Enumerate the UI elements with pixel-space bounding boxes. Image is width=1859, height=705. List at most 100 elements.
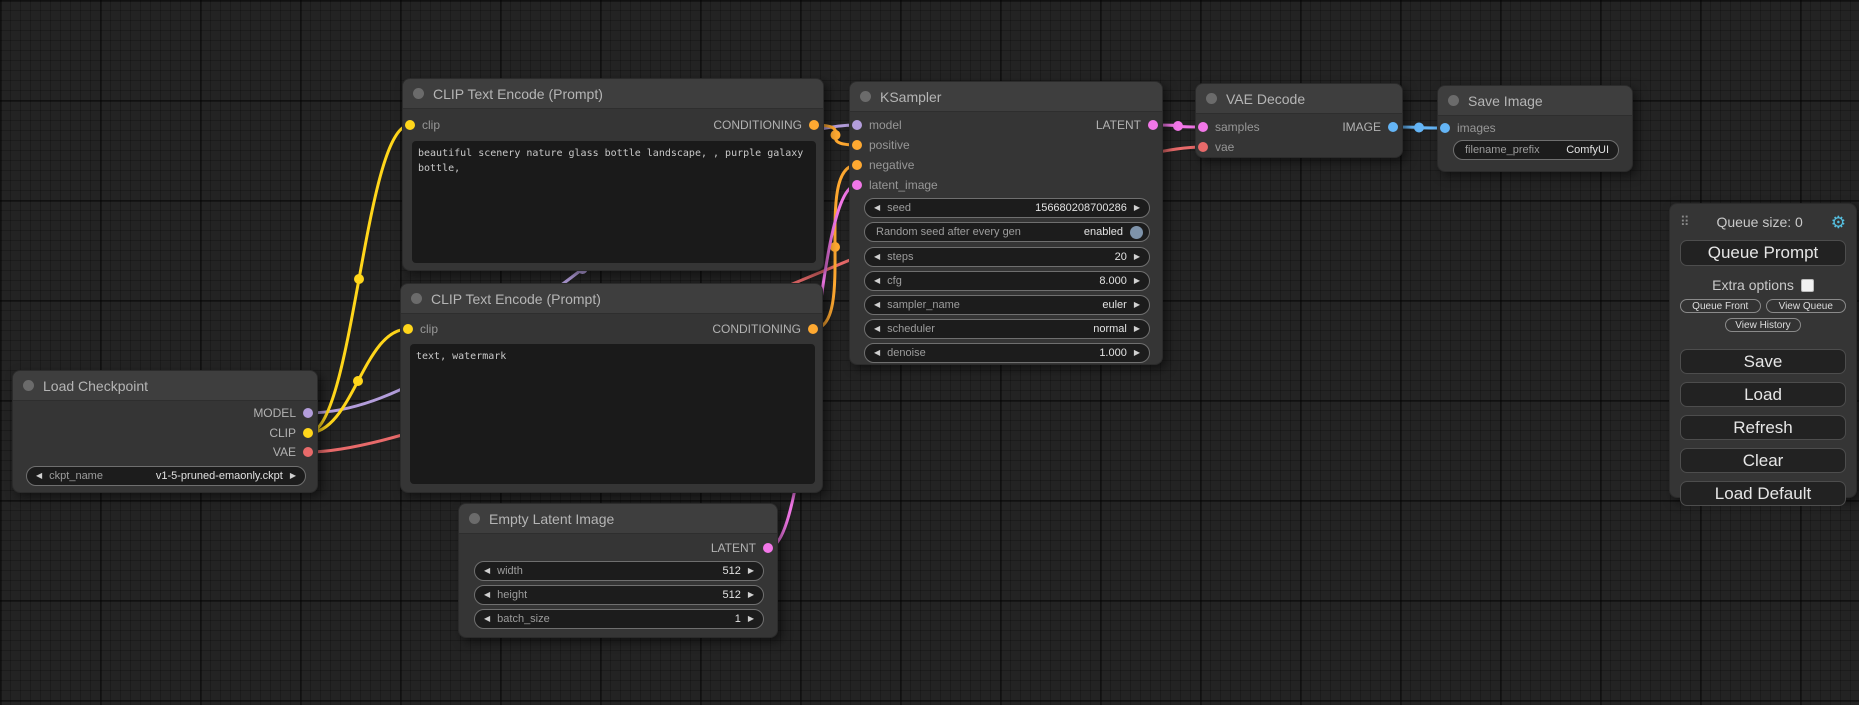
node-title: CLIP Text Encode (Prompt) — [431, 291, 601, 307]
width-widget[interactable]: ◀ width 512 ▶ — [474, 561, 764, 581]
vae-output-port[interactable] — [303, 447, 313, 457]
conditioning-output-port[interactable] — [808, 324, 818, 334]
node-title-bar[interactable]: Save Image — [1438, 86, 1632, 116]
decrement-arrow-icon[interactable]: ◀ — [484, 591, 490, 599]
save-button[interactable]: Save — [1680, 349, 1846, 374]
increment-arrow-icon[interactable]: ▶ — [748, 567, 754, 575]
input-label: vae — [1215, 140, 1234, 154]
wire-midpoint-dot[interactable] — [1414, 123, 1424, 133]
node-ksampler[interactable]: KSampler model positive negative latent_… — [849, 81, 1163, 365]
node-load-checkpoint[interactable]: Load Checkpoint MODEL CLIP VAE ◀ ckpt_na… — [12, 370, 318, 493]
view-history-button[interactable]: View History — [1725, 318, 1800, 332]
samples-input-port[interactable] — [1198, 122, 1208, 132]
increment-arrow-icon[interactable]: ▶ — [1134, 277, 1140, 285]
node-title-bar[interactable]: CLIP Text Encode (Prompt) — [403, 79, 823, 109]
drag-handle-icon[interactable]: ⠿ — [1680, 214, 1689, 230]
node-clip-text-encode-negative[interactable]: CLIP Text Encode (Prompt) clip CONDITION… — [400, 283, 823, 493]
clip-output-port[interactable] — [303, 428, 313, 438]
graph-canvas[interactable]: Load Checkpoint MODEL CLIP VAE ◀ ckpt_na… — [0, 0, 1859, 705]
decrement-arrow-icon[interactable]: ◀ — [484, 567, 490, 575]
increment-arrow-icon[interactable]: ▶ — [290, 472, 296, 480]
ckpt-name-widget[interactable]: ◀ ckpt_name v1-5-pruned-emaonly.ckpt ▶ — [26, 466, 306, 486]
collapse-dot-icon[interactable] — [1206, 93, 1217, 104]
decrement-arrow-icon[interactable]: ◀ — [874, 325, 880, 333]
refresh-button[interactable]: Refresh — [1680, 415, 1846, 440]
scheduler-widget[interactable]: ◀ scheduler normal ▶ — [864, 319, 1150, 339]
clear-button[interactable]: Clear — [1680, 448, 1846, 473]
image-output-port[interactable] — [1388, 122, 1398, 132]
toggle-dot-icon[interactable] — [1130, 226, 1143, 239]
decrement-arrow-icon[interactable]: ◀ — [484, 615, 490, 623]
queue-front-button[interactable]: Queue Front — [1680, 299, 1761, 313]
denoise-widget[interactable]: ◀ denoise 1.000 ▶ — [864, 343, 1150, 363]
increment-arrow-icon[interactable]: ▶ — [1134, 253, 1140, 261]
prompt-textarea[interactable]: text, watermark — [410, 344, 815, 484]
decrement-arrow-icon[interactable]: ◀ — [874, 253, 880, 261]
wire-midpoint-dot[interactable] — [1173, 121, 1183, 131]
cfg-widget[interactable]: ◀ cfg 8.000 ▶ — [864, 271, 1150, 291]
prompt-textarea[interactable]: beautiful scenery nature glass bottle la… — [412, 141, 816, 263]
load-button[interactable]: Load — [1680, 382, 1846, 407]
widget-value: euler — [1102, 299, 1133, 311]
widget-value: 156680208700286 — [1035, 202, 1134, 214]
collapse-dot-icon[interactable] — [411, 293, 422, 304]
collapse-dot-icon[interactable] — [413, 88, 424, 99]
node-title-bar[interactable]: VAE Decode — [1196, 84, 1402, 114]
model-output-port[interactable] — [303, 408, 313, 418]
batch-size-widget[interactable]: ◀ batch_size 1 ▶ — [474, 609, 764, 629]
increment-arrow-icon[interactable]: ▶ — [1134, 204, 1140, 212]
increment-arrow-icon[interactable]: ▶ — [1134, 301, 1140, 309]
node-title-bar[interactable]: Load Checkpoint — [13, 371, 317, 401]
widget-label: filename_prefix — [1465, 144, 1540, 156]
steps-widget[interactable]: ◀ steps 20 ▶ — [864, 247, 1150, 267]
wire-midpoint-dot[interactable] — [354, 274, 364, 284]
filename-prefix-widget[interactable]: filename_prefix ComfyUI — [1453, 140, 1619, 160]
increment-arrow-icon[interactable]: ▶ — [748, 615, 754, 623]
load-default-button[interactable]: Load Default — [1680, 481, 1846, 506]
latent-input-port[interactable] — [852, 180, 862, 190]
sampler-name-widget[interactable]: ◀ sampler_name euler ▶ — [864, 295, 1150, 315]
clip-input-port[interactable] — [405, 120, 415, 130]
model-input-port[interactable] — [852, 120, 862, 130]
wire-midpoint-dot[interactable] — [831, 130, 841, 140]
decrement-arrow-icon[interactable]: ◀ — [874, 277, 880, 285]
decrement-arrow-icon[interactable]: ◀ — [874, 204, 880, 212]
images-input-port[interactable] — [1440, 123, 1450, 133]
collapse-dot-icon[interactable] — [23, 380, 34, 391]
node-clip-text-encode-positive[interactable]: CLIP Text Encode (Prompt) clip CONDITION… — [402, 78, 824, 271]
collapse-dot-icon[interactable] — [469, 513, 480, 524]
queue-prompt-button[interactable]: Queue Prompt — [1680, 240, 1846, 266]
widget-value: 512 — [722, 565, 747, 577]
extra-options-checkbox[interactable] — [1801, 279, 1814, 292]
output-latent: LATENT — [711, 538, 773, 558]
increment-arrow-icon[interactable]: ▶ — [1134, 349, 1140, 357]
node-title-bar[interactable]: Empty Latent Image — [459, 504, 777, 534]
clip-input-port[interactable] — [403, 324, 413, 334]
node-title-bar[interactable]: KSampler — [850, 82, 1162, 112]
collapse-dot-icon[interactable] — [1448, 95, 1459, 106]
decrement-arrow-icon[interactable]: ◀ — [874, 301, 880, 309]
negative-input-port[interactable] — [852, 160, 862, 170]
height-widget[interactable]: ◀ height 512 ▶ — [474, 585, 764, 605]
random-seed-toggle-widget[interactable]: Random seed after every gen enabled — [864, 222, 1150, 242]
collapse-dot-icon[interactable] — [860, 91, 871, 102]
input-label: clip — [420, 322, 438, 336]
output-conditioning: CONDITIONING — [713, 115, 819, 135]
node-save-image[interactable]: Save Image images filename_prefix ComfyU… — [1437, 85, 1633, 172]
positive-input-port[interactable] — [852, 140, 862, 150]
vae-input-port[interactable] — [1198, 142, 1208, 152]
decrement-arrow-icon[interactable]: ◀ — [874, 349, 880, 357]
decrement-arrow-icon[interactable]: ◀ — [36, 472, 42, 480]
latent-output-port[interactable] — [763, 543, 773, 553]
increment-arrow-icon[interactable]: ▶ — [748, 591, 754, 599]
view-queue-button[interactable]: View Queue — [1766, 299, 1847, 313]
increment-arrow-icon[interactable]: ▶ — [1134, 325, 1140, 333]
latent-output-port[interactable] — [1148, 120, 1158, 130]
settings-gear-icon[interactable]: ⚙ — [1831, 214, 1846, 231]
conditioning-output-port[interactable] — [809, 120, 819, 130]
wire-midpoint-dot[interactable] — [353, 376, 363, 386]
node-title-bar[interactable]: CLIP Text Encode (Prompt) — [401, 284, 822, 314]
node-vae-decode[interactable]: VAE Decode samples vae IMAGE — [1195, 83, 1403, 158]
seed-widget[interactable]: ◀ seed 156680208700286 ▶ — [864, 198, 1150, 218]
node-empty-latent-image[interactable]: Empty Latent Image LATENT ◀ width 512 ▶ … — [458, 503, 778, 638]
